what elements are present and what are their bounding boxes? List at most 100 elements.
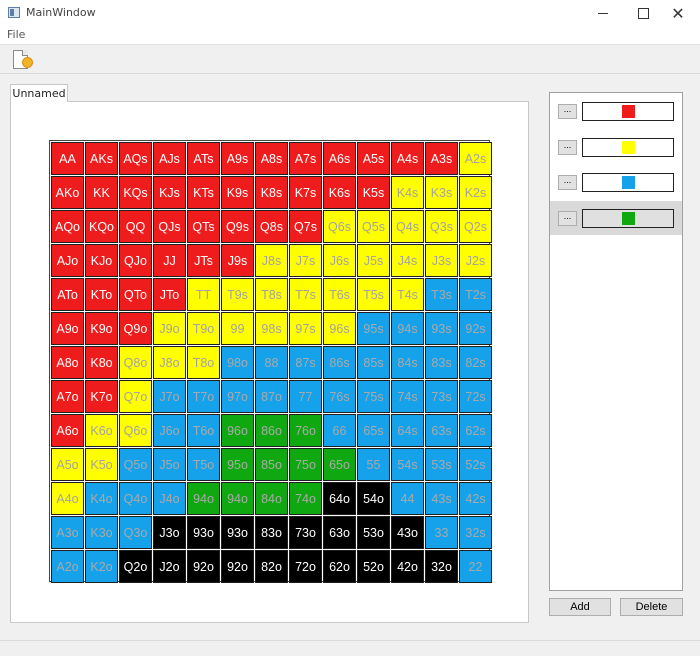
hand-cell[interactable]: T8s <box>255 278 288 311</box>
hand-cell[interactable]: AA <box>51 142 84 175</box>
hand-cell[interactable]: Q6s <box>323 210 356 243</box>
hand-cell[interactable]: A8o <box>51 346 84 379</box>
hand-cell[interactable]: J9s <box>221 244 254 277</box>
hand-cell[interactable]: Q6o <box>119 414 152 447</box>
hand-cell[interactable]: K6o <box>85 414 118 447</box>
hand-cell[interactable]: 86o <box>255 414 288 447</box>
hand-cell[interactable]: 98s <box>255 312 288 345</box>
hand-cell[interactable]: 32s <box>459 516 492 549</box>
hand-cell[interactable]: 33 <box>425 516 458 549</box>
hand-cell[interactable]: 62s <box>459 414 492 447</box>
hand-cell[interactable]: 54s <box>391 448 424 481</box>
menu-file[interactable]: File <box>7 28 25 41</box>
hand-cell[interactable]: K4o <box>85 482 118 515</box>
hand-cell[interactable]: ATs <box>187 142 220 175</box>
hand-cell[interactable]: ATo <box>51 278 84 311</box>
hand-cell[interactable]: Q7o <box>119 380 152 413</box>
hand-cell[interactable]: Q4s <box>391 210 424 243</box>
hand-cell[interactable]: Q9o <box>119 312 152 345</box>
choose-color-button[interactable]: ... <box>558 211 577 226</box>
hand-cell[interactable]: 42o <box>391 550 424 583</box>
hand-cell[interactable]: J5o <box>153 448 186 481</box>
hand-cell[interactable]: 43s <box>425 482 458 515</box>
delete-button[interactable]: Delete <box>620 598 683 616</box>
hand-cell[interactable]: T9o <box>187 312 220 345</box>
color-group-row[interactable]: ... <box>550 165 682 199</box>
hand-cell[interactable]: 55 <box>357 448 390 481</box>
hand-cell[interactable]: J8s <box>255 244 288 277</box>
hand-cell[interactable]: K8o <box>85 346 118 379</box>
hand-cell[interactable]: A2o <box>51 550 84 583</box>
hand-cell[interactable]: Q5o <box>119 448 152 481</box>
hand-cell[interactable]: AKs <box>85 142 118 175</box>
hand-cell[interactable]: 74s <box>391 380 424 413</box>
hand-cell[interactable]: K4s <box>391 176 424 209</box>
hand-cell[interactable]: 75s <box>357 380 390 413</box>
hand-cell[interactable]: 72o <box>289 550 322 583</box>
hand-cell[interactable]: A4o <box>51 482 84 515</box>
close-button[interactable]: ✕ <box>655 0 700 26</box>
hand-cell[interactable]: J4o <box>153 482 186 515</box>
hand-cell[interactable]: KK <box>85 176 118 209</box>
color-group-row[interactable]: ... <box>550 201 682 235</box>
hand-cell[interactable]: 95o <box>221 448 254 481</box>
hand-cell[interactable]: K2s <box>459 176 492 209</box>
hand-cell[interactable]: 53o <box>357 516 390 549</box>
hand-cell[interactable]: 76s <box>323 380 356 413</box>
hand-cell[interactable]: 63s <box>425 414 458 447</box>
hand-cell[interactable]: 96s <box>323 312 356 345</box>
hand-cell[interactable]: 86s <box>323 346 356 379</box>
hand-cell[interactable]: KQs <box>119 176 152 209</box>
hand-cell[interactable]: JJ <box>153 244 186 277</box>
hand-cell[interactable]: T8o <box>187 346 220 379</box>
hand-cell[interactable]: 92o <box>221 550 254 583</box>
hand-cell[interactable]: 84s <box>391 346 424 379</box>
hand-cell[interactable]: 94s <box>391 312 424 345</box>
hand-cell[interactable]: KTo <box>85 278 118 311</box>
hand-cell[interactable]: J9o <box>153 312 186 345</box>
hand-cell[interactable]: T3s <box>425 278 458 311</box>
hand-cell[interactable]: 32o <box>425 550 458 583</box>
color-swatch-field[interactable] <box>582 102 674 121</box>
hand-cell[interactable]: 92o <box>187 550 220 583</box>
hand-cell[interactable]: K3s <box>425 176 458 209</box>
hand-cell[interactable]: T6o <box>187 414 220 447</box>
hand-cell[interactable]: 64o <box>323 482 356 515</box>
hand-cell[interactable]: AKo <box>51 176 84 209</box>
hand-cell[interactable]: T6s <box>323 278 356 311</box>
hand-cell[interactable]: 73o <box>289 516 322 549</box>
hand-cell[interactable]: 94o <box>187 482 220 515</box>
hand-cell[interactable]: 97o <box>221 380 254 413</box>
hand-cell[interactable]: K8s <box>255 176 288 209</box>
hand-cell[interactable]: JTo <box>153 278 186 311</box>
hand-cell[interactable]: A2s <box>459 142 492 175</box>
hand-cell[interactable]: Q7s <box>289 210 322 243</box>
hand-cell[interactable]: A5s <box>357 142 390 175</box>
hand-cell[interactable]: K5s <box>357 176 390 209</box>
hand-cell[interactable]: A5o <box>51 448 84 481</box>
hand-cell[interactable]: 85o <box>255 448 288 481</box>
hand-cell[interactable]: 66 <box>323 414 356 447</box>
hand-cell[interactable]: AJo <box>51 244 84 277</box>
hand-cell[interactable]: 92s <box>459 312 492 345</box>
hand-cell[interactable]: 76o <box>289 414 322 447</box>
hand-cell[interactable]: J6o <box>153 414 186 447</box>
color-swatch-field[interactable] <box>582 173 674 192</box>
hand-cell[interactable]: AJs <box>153 142 186 175</box>
hand-cell[interactable]: K2o <box>85 550 118 583</box>
hand-cell[interactable]: 82s <box>459 346 492 379</box>
color-swatch-field[interactable] <box>582 209 674 228</box>
choose-color-button[interactable]: ... <box>558 175 577 190</box>
hand-cell[interactable]: Q2s <box>459 210 492 243</box>
hand-cell[interactable]: KTs <box>187 176 220 209</box>
hand-cell[interactable]: Q8s <box>255 210 288 243</box>
hand-cell[interactable]: JTs <box>187 244 220 277</box>
hand-cell[interactable]: 75o <box>289 448 322 481</box>
hand-cell[interactable]: T5o <box>187 448 220 481</box>
hand-cell[interactable]: 87o <box>255 380 288 413</box>
hand-cell[interactable]: AQs <box>119 142 152 175</box>
hand-cell[interactable]: J4s <box>391 244 424 277</box>
hand-cell[interactable]: A7o <box>51 380 84 413</box>
hand-cell[interactable]: KQo <box>85 210 118 243</box>
hand-cell[interactable]: 44 <box>391 482 424 515</box>
